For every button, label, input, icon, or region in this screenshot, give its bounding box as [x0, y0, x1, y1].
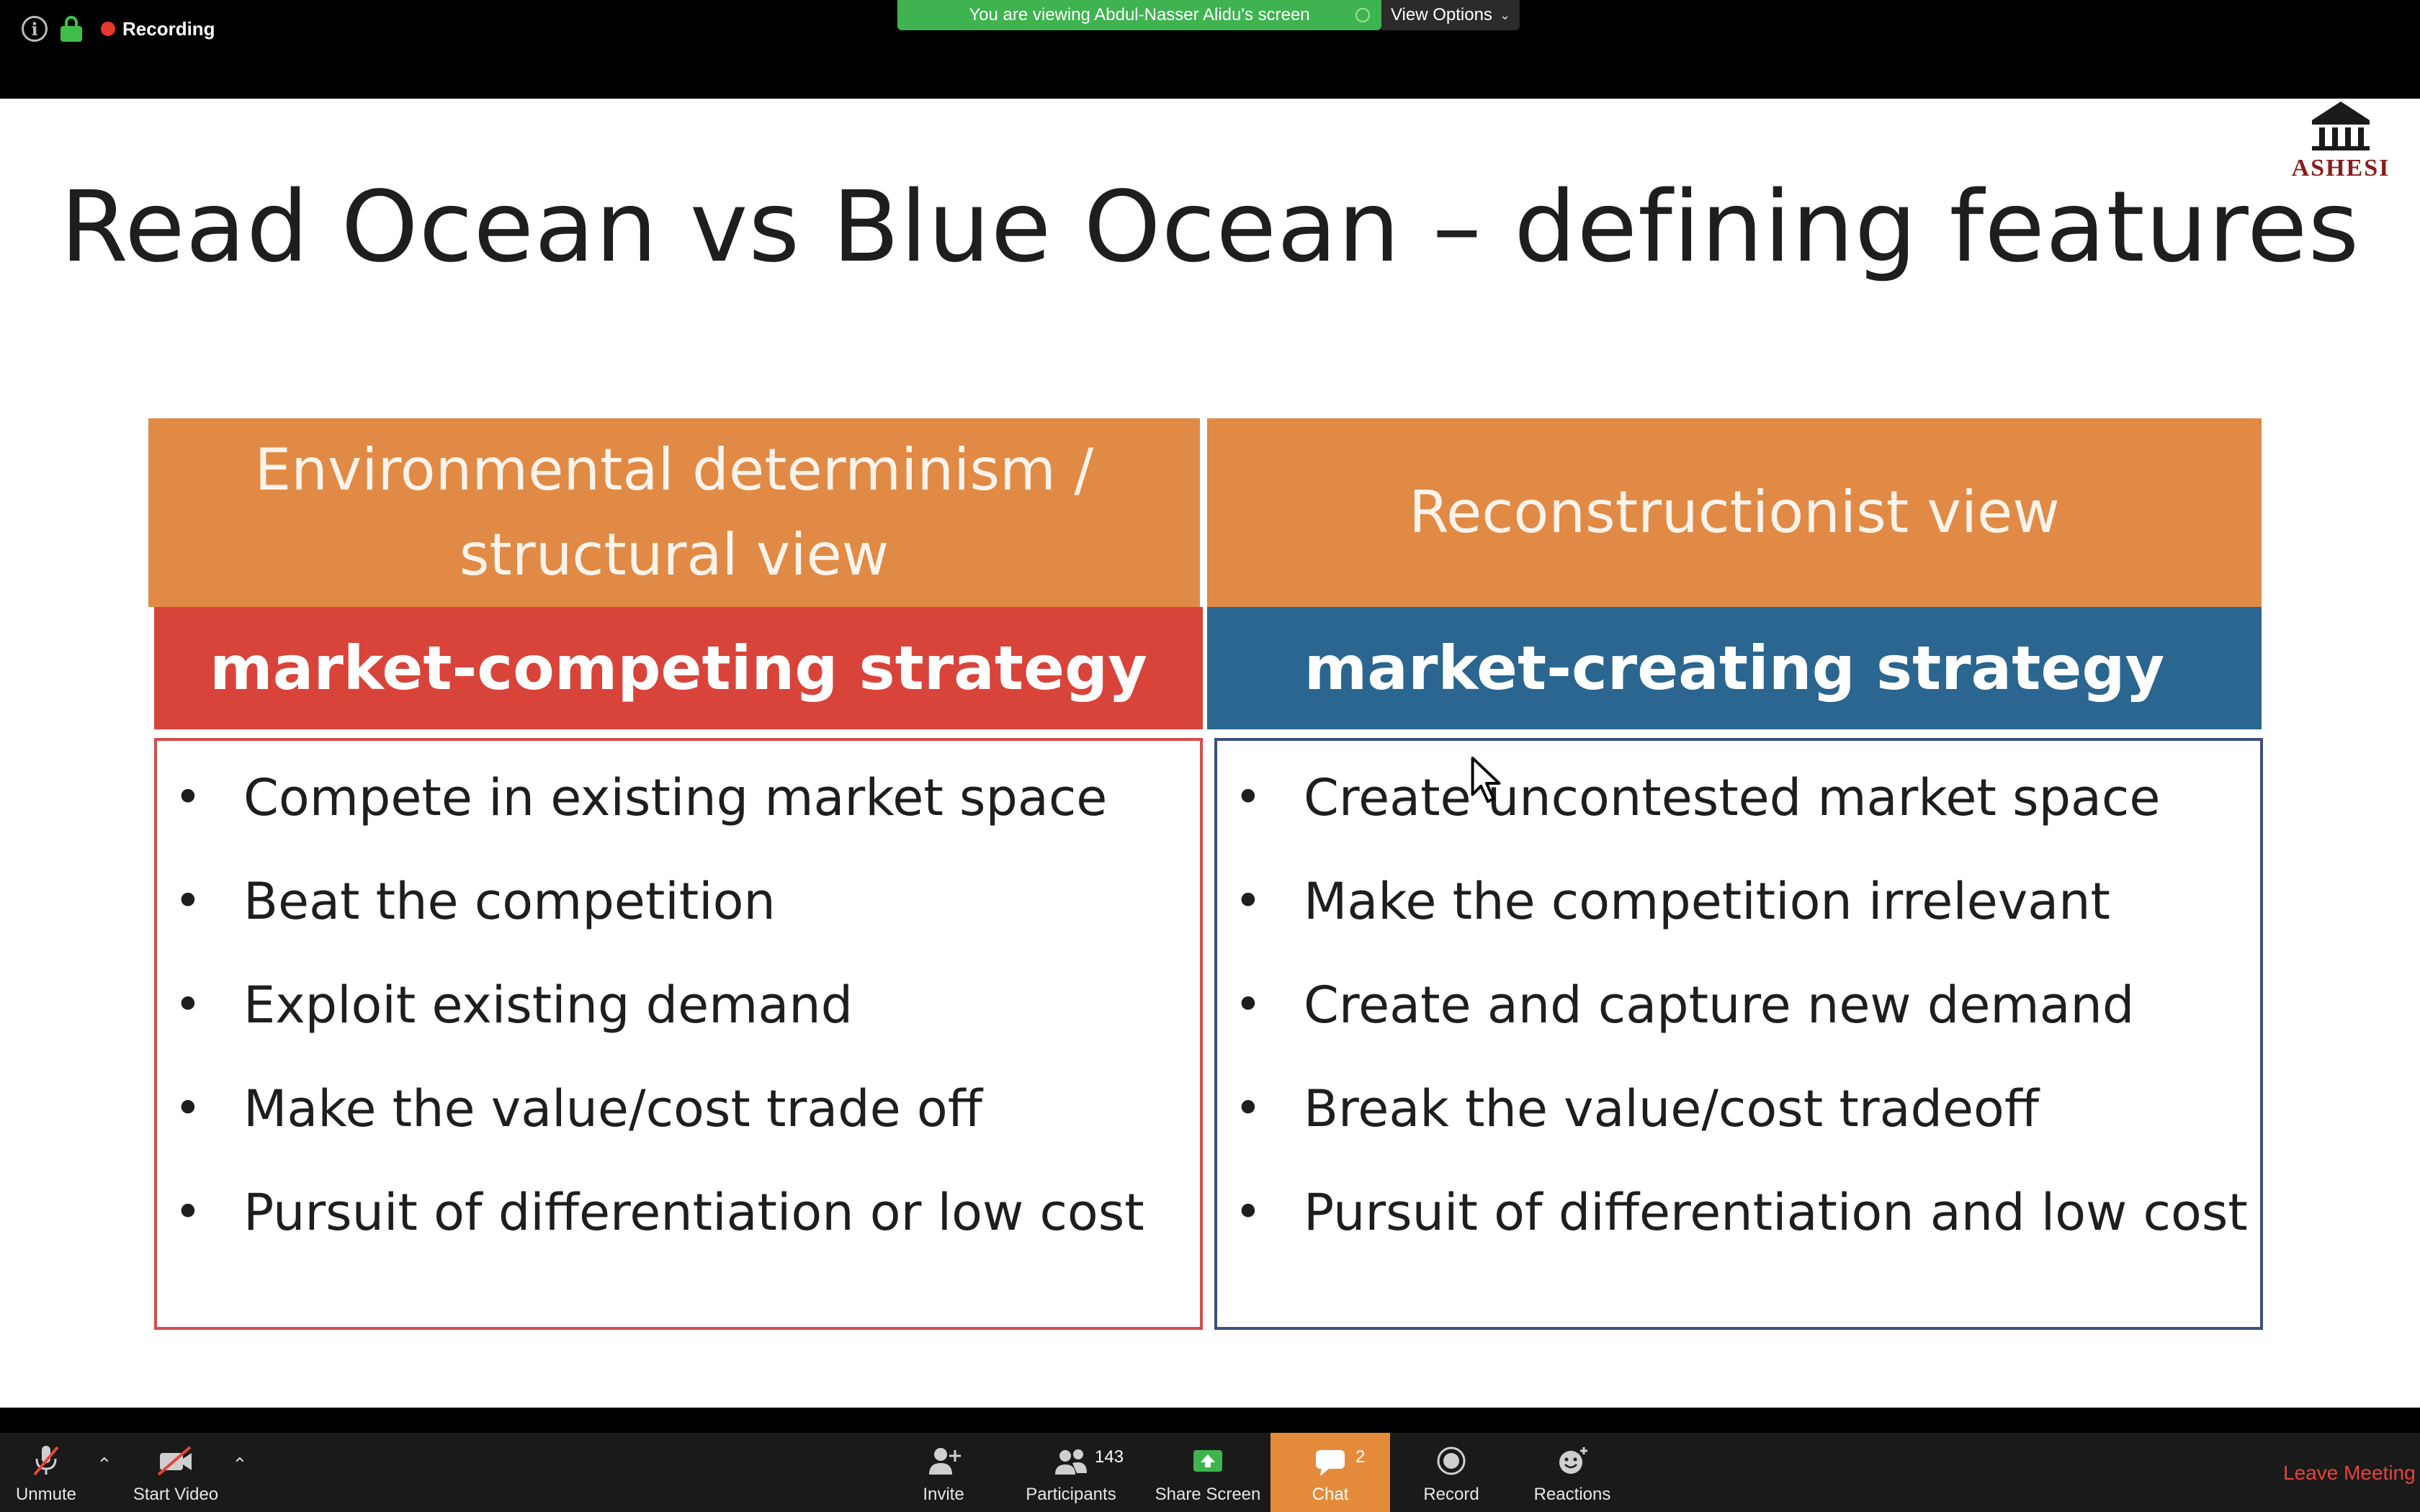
participants-count: 143 — [1095, 1447, 1124, 1467]
info-icon[interactable]: i — [22, 16, 48, 42]
chevron-down-icon: ⌄ — [1499, 7, 1511, 22]
creating-features-list: Create uncontested market space Make the… — [1217, 741, 2260, 1274]
competing-features-list: Compete in existing market space Beat th… — [157, 741, 1200, 1274]
list-item: Break the value/cost tradeoff — [1217, 1066, 2260, 1170]
competing-features-box: Compete in existing market space Beat th… — [154, 738, 1203, 1330]
start-video-label: Start Video — [133, 1485, 219, 1504]
slide-title: Read Ocean vs Blue Ocean – defining feat… — [60, 171, 2360, 284]
unmute-label: Unmute — [15, 1485, 77, 1504]
chat-button[interactable]: Chat — [1270, 1433, 1390, 1512]
leave-meeting-button[interactable]: Leave Meeting — [2283, 1462, 2416, 1485]
audio-options-chevron-up-icon[interactable]: ⌃ — [97, 1454, 112, 1476]
muted-microphone-icon — [33, 1446, 59, 1476]
mouse-cursor-icon — [1471, 756, 1501, 804]
participants-icon — [1055, 1449, 1087, 1475]
meeting-status-group: i Recording — [22, 16, 215, 42]
chat-label: Chat — [1312, 1485, 1349, 1504]
add-person-icon — [929, 1448, 961, 1475]
status-circle-icon — [1355, 8, 1370, 22]
reactions-label: Reactions — [1533, 1485, 1611, 1504]
invite-label: Invite — [923, 1485, 964, 1504]
video-off-icon — [157, 1446, 192, 1476]
list-item: Make the competition irrelevant — [1217, 859, 2260, 963]
list-item: Exploit existing demand — [157, 963, 1200, 1066]
invite-button[interactable]: Invite — [915, 1433, 972, 1512]
list-item: Pursuit of differentiation or low cost — [157, 1170, 1200, 1274]
smiley-add-icon — [1559, 1447, 1587, 1474]
structural-header-line1: Environmental determinism / — [254, 436, 1094, 503]
unmute-button[interactable]: Unmute — [10, 1433, 82, 1512]
market-creating-strategy-banner: market-creating strategy — [1207, 607, 2262, 729]
meeting-top-bar: i Recording You are viewing Abdul-Nasser… — [0, 0, 2420, 99]
record-icon — [1437, 1446, 1466, 1475]
record-button[interactable]: Record — [1422, 1433, 1481, 1512]
reconstructionist-header-text: Reconstructionist view — [1409, 479, 2060, 546]
start-video-button[interactable]: Start Video — [127, 1433, 225, 1512]
list-item: Pursuit of differentiation and low cost — [1217, 1170, 2260, 1274]
creating-strategy-label: market-creating strategy — [1304, 633, 2165, 703]
list-item: Compete in existing market space — [157, 755, 1200, 859]
market-competing-strategy-banner: market-competing strategy — [154, 607, 1203, 729]
structural-header-line2: structural view — [459, 521, 889, 588]
share-screen-button[interactable]: Share Screen — [1152, 1433, 1263, 1512]
meeting-toolbar: Unmute ⌃ Start Video ⌃ Invite Participan… — [0, 1433, 2420, 1512]
structural-view-header: Environmental determinism / structural v… — [148, 418, 1200, 607]
list-item: Create uncontested market space — [1217, 755, 2260, 859]
recording-dot-icon — [101, 22, 115, 36]
list-item: Create and capture new demand — [1217, 963, 2260, 1066]
participants-button[interactable]: Participants — [1024, 1433, 1118, 1512]
record-label: Record — [1423, 1485, 1479, 1504]
list-item: Beat the competition — [157, 859, 1200, 963]
view-options-button[interactable]: View Options ⌄ — [1381, 0, 1520, 30]
share-screen-label: Share Screen — [1155, 1485, 1261, 1504]
lock-icon[interactable] — [60, 16, 82, 42]
video-options-chevron-up-icon[interactable]: ⌃ — [232, 1454, 248, 1476]
reactions-button[interactable]: Reactions — [1531, 1433, 1613, 1512]
viewing-screen-text: You are viewing Abdul-Nasser Alidu's scr… — [969, 5, 1310, 24]
chat-bubble-icon — [1316, 1450, 1345, 1476]
competing-strategy-label: market-competing strategy — [210, 633, 1147, 703]
shared-screen-slide: ASHESI Read Ocean vs Blue Ocean – defini… — [0, 99, 2420, 1408]
view-options-label: View Options — [1390, 5, 1492, 24]
share-screen-icon — [1193, 1450, 1222, 1472]
reconstructionist-view-header: Reconstructionist view — [1207, 418, 2262, 607]
participants-label: Participants — [1026, 1485, 1116, 1504]
recording-label: Recording — [122, 17, 215, 40]
viewing-screen-banner: You are viewing Abdul-Nasser Alidu's scr… — [897, 0, 1381, 30]
creating-features-box: Create uncontested market space Make the… — [1214, 738, 2263, 1330]
chat-unread-count: 2 — [1355, 1447, 1366, 1467]
list-item: Make the value/cost trade off — [157, 1066, 1200, 1170]
